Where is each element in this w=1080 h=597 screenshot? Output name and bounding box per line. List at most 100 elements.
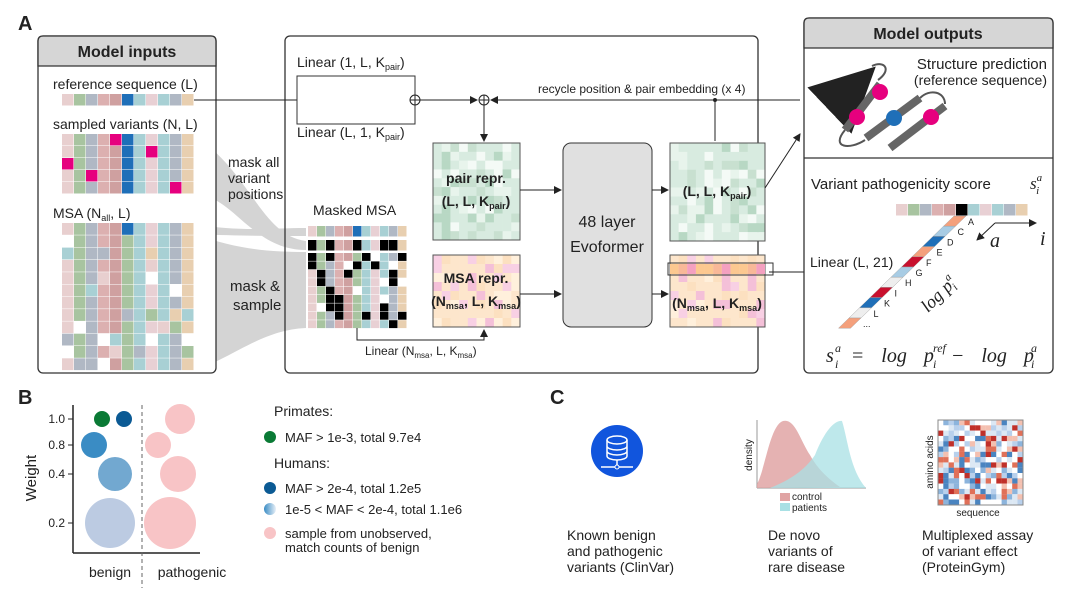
repr-cell (713, 223, 723, 233)
grid-cell (317, 253, 326, 261)
heatmap-cell (948, 420, 954, 426)
y-tick-label: 1.0 (48, 412, 65, 426)
grid-cell (86, 146, 98, 158)
repr-cell (713, 273, 723, 283)
heatmap-cell (985, 430, 992, 436)
grid-cell (158, 94, 170, 106)
msa-repr-title: MSA repr. (444, 270, 509, 286)
heatmap-cell (938, 462, 944, 468)
repr-cell (713, 232, 723, 242)
grid-cell (956, 204, 968, 216)
heatmap-cell (959, 451, 965, 458)
grid-cell (146, 158, 158, 170)
repr-cell (756, 169, 766, 179)
grid-cell (317, 226, 326, 237)
grid-cell (170, 158, 182, 170)
formula-subscript: i (933, 357, 936, 371)
repr-cell (441, 255, 451, 265)
grid-cell (134, 134, 146, 146)
grid-cell (326, 320, 335, 329)
repr-cell (433, 160, 442, 170)
repr-cell (730, 318, 740, 328)
grid-cell (326, 303, 335, 312)
repr-cell (493, 187, 503, 197)
grid-cell (158, 321, 170, 334)
heatmap-cell (943, 446, 949, 452)
repr-cell (433, 222, 442, 232)
grid-cell (98, 182, 110, 194)
plus-icon (478, 94, 490, 106)
heatmap-cell (938, 478, 944, 484)
grid-cell (86, 321, 98, 334)
heatmap-cell (1006, 473, 1013, 479)
heatmap-cell (1012, 425, 1018, 431)
grid-cell (344, 240, 353, 251)
grid-cell (335, 240, 344, 251)
heatmap-cell (975, 478, 981, 484)
heatmap-cell (1001, 499, 1007, 505)
masked-msa-grid (308, 226, 407, 329)
repr-cell (459, 151, 469, 161)
repr-cell (721, 223, 731, 233)
heatmap-cell (996, 451, 1002, 458)
grid-cell (182, 223, 194, 235)
grid-cell (110, 134, 122, 146)
heatmap-cell (996, 483, 1002, 489)
formula-superscript: a (1031, 341, 1037, 355)
grid-cell (335, 226, 344, 237)
heatmap-cell (1001, 457, 1007, 463)
sampled-variants-grid (62, 134, 194, 194)
amino-acid-label: D (947, 237, 954, 247)
grid-cell (110, 358, 122, 371)
highlight-cell (695, 264, 705, 274)
repr-cell (467, 213, 477, 223)
legend-humans-heading: Humans: (274, 455, 330, 471)
repr-cell (721, 318, 731, 328)
heatmap-cell (1017, 467, 1023, 474)
repr-cell (511, 151, 521, 161)
heatmap-cell (985, 483, 992, 489)
grid-cell (398, 286, 407, 295)
repr-cell (721, 205, 731, 215)
heatmap-cell (943, 457, 949, 463)
grid-cell (134, 296, 146, 309)
repr-cell (695, 143, 705, 153)
grid-cell (134, 94, 146, 106)
axis-a-label: a (990, 230, 1000, 252)
repr-cell (493, 213, 503, 223)
heatmap-cell (985, 478, 992, 484)
repr-cell (730, 151, 740, 162)
heatmap-cell (1006, 467, 1013, 474)
grid-cell (317, 320, 326, 329)
database-icon (591, 425, 643, 477)
grid-cell (398, 261, 407, 270)
plus-icon (409, 94, 421, 106)
grid-cell (362, 240, 371, 251)
repr-cell (687, 214, 697, 224)
heatmap-cell (996, 499, 1002, 505)
heatmap-cell (943, 425, 949, 431)
grid-cell (134, 170, 146, 182)
heatmap-x-label: sequence (956, 508, 1000, 519)
heatmap-cell (964, 425, 970, 431)
grid-cell (170, 146, 182, 158)
density-axis-label: density (744, 439, 755, 471)
heatmap-cell (964, 451, 970, 458)
heatmap-cell (938, 420, 944, 426)
mave-label-1: Multiplexed assay (922, 527, 1033, 543)
grid-cell (362, 278, 371, 287)
repr-cell (433, 151, 442, 161)
grid-cell (344, 278, 353, 287)
repr-cell (511, 178, 521, 188)
grid-cell (110, 333, 122, 346)
grid-cell (992, 204, 1004, 216)
heatmap-cell (1006, 457, 1013, 463)
heatmap-cell (991, 457, 997, 463)
grid-cell (86, 358, 98, 371)
grid-cell (335, 295, 344, 303)
grid-cell (344, 303, 353, 312)
repr-cell (511, 187, 521, 197)
grid-cell (122, 333, 134, 346)
repr-cell (511, 231, 521, 241)
grid-cell (158, 358, 170, 371)
